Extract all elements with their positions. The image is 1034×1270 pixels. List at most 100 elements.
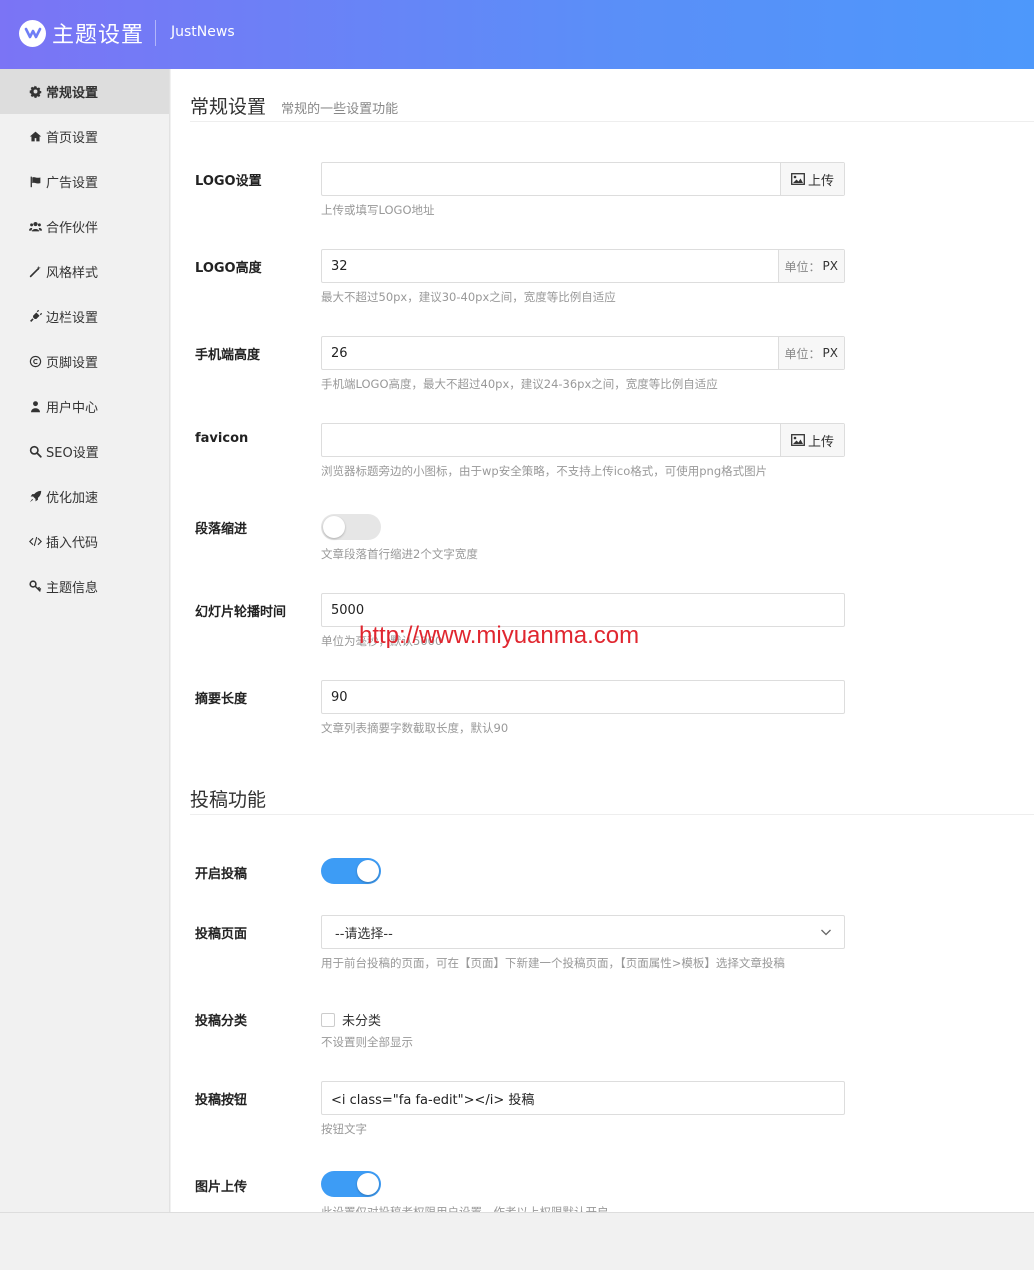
logo-url-input[interactable]: 上传 [321,162,845,196]
favicon-help: 浏览器标题旁边的小图标，由于wp安全策略，不支持上传ico格式，可使用png格式… [321,464,768,478]
submit-enable-toggle[interactable] [321,858,381,884]
excerpt-label: 摘要长度 [195,692,248,707]
image-icon [791,434,805,446]
slide-time-value: 5000 [331,602,365,618]
sidebar-item-footer[interactable]: 页脚设置 [0,339,169,384]
sidebar-item-label: 边栏设置 [46,311,99,326]
submit-category-help: 不设置则全部显示 [321,1035,413,1049]
image-upload-label: 图片上传 [195,1180,248,1195]
favicon-url-input[interactable]: 上传 [321,423,845,457]
submit-category-label: 投稿分类 [195,1014,248,1029]
sidebar-item-label: 优化加速 [46,491,99,506]
sidebar-item-label: 风格样式 [46,266,99,281]
sidebar-item-label: 常规设置 [46,86,99,101]
submit-button-text-input[interactable]: <i class="fa fa-edit"></i> 投稿 [321,1081,845,1115]
bottom-bar [0,1212,1034,1270]
image-icon [791,173,805,185]
mobile-height-value: 26 [331,345,348,361]
category-checkbox[interactable] [321,1012,335,1027]
sidebar-item-optimize[interactable]: 优化加速 [0,474,169,519]
indent-label: 段落缩进 [195,522,248,537]
logo-height-value: 32 [331,258,348,274]
sidebar-item-theme-info[interactable]: 主题信息 [0,564,169,609]
general-section-header: 常规设置 常规的一些设置功能 [190,92,1034,122]
mobile-height-label: 手机端高度 [195,348,261,363]
submit-button-help: 按钮文字 [321,1122,367,1136]
plug-icon [28,310,42,324]
sidebar-item-ads[interactable]: 广告设置 [0,159,169,204]
submit-button-label: 投稿按钮 [195,1093,248,1108]
logo-help: 上传或填写LOGO地址 [321,203,435,217]
category-option-label: 未分类 [342,1014,382,1029]
logo-upload-button[interactable]: 上传 [779,163,844,195]
magic-wand-icon [28,265,42,279]
submit-page-label: 投稿页面 [195,927,248,942]
sidebar-item-home[interactable]: 首页设置 [0,114,169,159]
sidebar-item-user-center[interactable]: 用户中心 [0,384,169,429]
indent-help: 文章段落首行缩进2个文字宽度 [321,547,478,561]
mobile-height-help: 手机端LOGO高度，最大不超过40px，建议24-36px之间，宽度等比例自适应 [321,377,718,391]
toggle-knob [357,1173,379,1195]
home-icon [28,130,42,144]
sidebar-item-sidebar-settings[interactable]: 边栏设置 [0,294,169,339]
logo-height-input[interactable]: 32 单位： PX [321,249,845,283]
sidebar-item-label: 用户中心 [46,401,99,416]
slide-time-label: 幻灯片轮播时间 [195,605,287,620]
upload-label: 上传 [807,173,834,189]
upload-label: 上传 [807,434,834,450]
header-title: 主题设置 [52,23,145,48]
top-header: 主题设置 JustNews [0,0,1034,69]
header-logo: 主题设置 [19,19,145,48]
sidebar-item-seo[interactable]: SEO设置 [0,429,169,474]
theme-name: JustNews [171,24,235,40]
sidebar-item-label: 广告设置 [46,176,99,191]
logo-label: LOGO设置 [195,174,262,189]
indent-toggle[interactable] [321,514,381,540]
section-title: 常规设置 [190,96,267,118]
sidebar-item-insert-code[interactable]: 插入代码 [0,519,169,564]
unit-addon: 单位： PX [777,250,844,282]
sidebar-item-label: 主题信息 [46,581,99,596]
users-icon [28,220,42,234]
sidebar-item-label: 插入代码 [46,536,99,551]
submit-section-header: 投稿功能 [190,785,1034,815]
rocket-icon [28,490,42,504]
gear-icon [28,85,42,99]
submit-page-help: 用于前台投稿的页面，可在【页面】下新建一个投稿页面，【页面属性>模板】选择文章投… [321,956,785,970]
select-value: --请选择-- [335,926,393,942]
category-checkbox-option[interactable]: 未分类 [321,1010,381,1029]
excerpt-help: 文章列表摘要字数截取长度，默认90 [321,721,509,735]
sidebar-item-label: 合作伙伴 [46,221,99,236]
excerpt-input[interactable]: 90 [321,680,845,714]
unit-addon: 单位： PX [777,337,844,369]
image-upload-help: 此设置仅对投稿者权限用户设置，作者以上权限默认开启 [321,1205,609,1212]
image-upload-toggle[interactable] [321,1171,381,1197]
sidebar: 常规设置 首页设置 广告设置 合作伙伴 风格样式 边栏设置 页脚设置 用户中心 … [0,69,170,1212]
favicon-upload-button[interactable]: 上传 [779,424,844,456]
toggle-knob [357,860,379,882]
watermark-text: http://www.miyuanma.com [359,622,640,649]
sidebar-item-style[interactable]: 风格样式 [0,249,169,294]
brand-logo-icon [19,19,46,47]
submit-page-select[interactable]: --请选择-- [321,915,845,949]
key-icon [28,580,42,594]
section-subtitle: 常规的一些设置功能 [281,102,399,117]
sidebar-item-partners[interactable]: 合作伙伴 [0,204,169,249]
header-divider [155,20,156,46]
code-icon [28,535,42,549]
mobile-height-input[interactable]: 26 单位： PX [321,336,845,370]
chevron-down-icon [820,926,832,938]
logo-height-label: LOGO高度 [195,261,262,276]
sidebar-item-label: 首页设置 [46,131,99,146]
submit-enable-label: 开启投稿 [195,867,248,882]
search-icon [28,445,42,459]
copyright-icon [28,355,42,369]
favicon-label: favicon [195,431,249,446]
flag-icon [28,175,42,189]
sidebar-item-general[interactable]: 常规设置 [0,69,169,114]
toggle-knob [323,516,345,538]
user-icon [28,400,42,414]
submit-button-text-value: <i class="fa fa-edit"></i> 投稿 [331,1092,535,1108]
logo-height-help: 最大不超过50px，建议30-40px之间，宽度等比例自适应 [321,290,616,304]
sidebar-item-label: SEO设置 [46,446,99,461]
